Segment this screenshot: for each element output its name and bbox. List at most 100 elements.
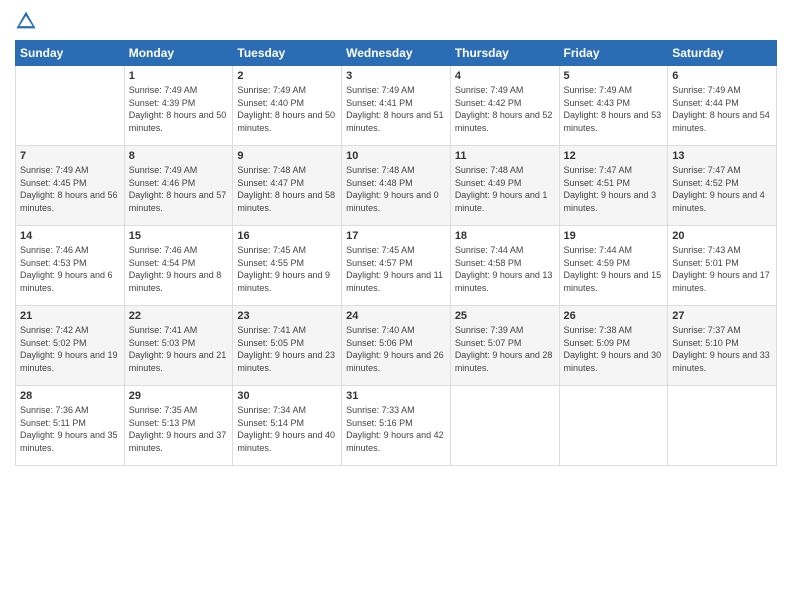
day-info: Sunrise: 7:46 AMSunset: 4:54 PMDaylight:…: [129, 244, 229, 294]
calendar-cell: 18Sunrise: 7:44 AMSunset: 4:58 PMDayligh…: [450, 226, 559, 306]
day-info: Sunrise: 7:49 AMSunset: 4:41 PMDaylight:…: [346, 84, 446, 134]
day-info: Sunrise: 7:44 AMSunset: 4:59 PMDaylight:…: [564, 244, 664, 294]
calendar-cell: 13 Sunrise: 7:47 AMSunset: 4:52 PMDayligh…: [668, 146, 777, 226]
day-info: Sunrise: 7:38 AMSunset: 5:09 PMDaylight:…: [564, 324, 664, 374]
day-number: 15: [129, 230, 229, 242]
day-info: Sunrise: 7:45 AMSunset: 4:55 PMDaylight:…: [237, 244, 337, 294]
day-info: Sunrise: 7:40 AMSunset: 5:06 PMDaylight:…: [346, 324, 446, 374]
day-info: Sunrise: 7:41 AMSunset: 5:05 PMDaylight:…: [237, 324, 337, 374]
day-number: 1: [129, 70, 229, 82]
day-info: Sunrise: 7:49 AMSunset: 4:40 PMDaylight:…: [237, 84, 337, 134]
calendar-cell: 1 Sunrise: 7:49 AMSunset: 4:39 PMDaylight…: [124, 66, 233, 146]
day-number: 17: [346, 230, 446, 242]
calendar-cell: 2 Sunrise: 7:49 AMSunset: 4:40 PMDaylight…: [233, 66, 342, 146]
calendar-cell: 29 Sunrise: 7:35 AMSunset: 5:13 PMDayligh…: [124, 386, 233, 466]
day-number: 3: [346, 70, 446, 82]
day-info: Sunrise: 7:49 AMSunset: 4:39 PMDaylight:…: [129, 84, 229, 134]
day-number: 21: [20, 310, 120, 322]
day-info: Sunrise: 7:33 AMSunset: 5:16 PMDaylight:…: [346, 404, 446, 454]
weekday-tuesday: Tuesday: [233, 41, 342, 66]
calendar-cell: 16 Sunrise: 7:45 AMSunset: 4:55 PMDayligh…: [233, 226, 342, 306]
logo: [15, 10, 41, 32]
day-number: 11: [455, 150, 555, 162]
day-number: 25: [455, 310, 555, 322]
calendar-week-4: 28Sunrise: 7:36 AMSunset: 5:11 PMDayligh…: [16, 386, 777, 466]
day-number: 28: [20, 390, 120, 402]
weekday-saturday: Saturday: [668, 41, 777, 66]
calendar-cell: 7 Sunrise: 7:49 AMSunset: 4:45 PMDaylight…: [16, 146, 125, 226]
calendar-week-2: 14Sunrise: 7:46 AMSunset: 4:53 PMDayligh…: [16, 226, 777, 306]
day-info: Sunrise: 7:49 AMSunset: 4:43 PMDaylight:…: [564, 84, 664, 134]
calendar-cell: 10 Sunrise: 7:48 AMSunset: 4:48 PMDayligh…: [342, 146, 451, 226]
day-number: 13: [672, 150, 772, 162]
day-info: Sunrise: 7:48 AMSunset: 4:48 PMDaylight:…: [346, 164, 446, 214]
day-number: 23: [237, 310, 337, 322]
day-number: 5: [564, 70, 664, 82]
day-number: 9: [237, 150, 337, 162]
day-info: Sunrise: 7:47 AMSunset: 4:52 PMDaylight:…: [672, 164, 772, 214]
day-info: Sunrise: 7:41 AMSunset: 5:03 PMDaylight:…: [129, 324, 229, 374]
calendar-cell: 23 Sunrise: 7:41 AMSunset: 5:05 PMDayligh…: [233, 306, 342, 386]
main-container: SundayMondayTuesdayWednesdayThursdayFrid…: [0, 0, 792, 612]
day-number: 30: [237, 390, 337, 402]
day-info: Sunrise: 7:34 AMSunset: 5:14 PMDaylight:…: [237, 404, 337, 454]
calendar-cell: 15 Sunrise: 7:46 AMSunset: 4:54 PMDayligh…: [124, 226, 233, 306]
day-number: 26: [564, 310, 664, 322]
calendar-cell: 17 Sunrise: 7:45 AMSunset: 4:57 PMDayligh…: [342, 226, 451, 306]
weekday-thursday: Thursday: [450, 41, 559, 66]
weekday-wednesday: Wednesday: [342, 41, 451, 66]
day-info: Sunrise: 7:47 AMSunset: 4:51 PMDaylight:…: [564, 164, 664, 214]
calendar-week-1: 7 Sunrise: 7:49 AMSunset: 4:45 PMDaylight…: [16, 146, 777, 226]
day-number: 6: [672, 70, 772, 82]
weekday-header-row: SundayMondayTuesdayWednesdayThursdayFrid…: [16, 41, 777, 66]
day-info: Sunrise: 7:48 AMSunset: 4:47 PMDaylight:…: [237, 164, 337, 214]
day-info: Sunrise: 7:39 AMSunset: 5:07 PMDaylight:…: [455, 324, 555, 374]
calendar-cell: 27 Sunrise: 7:37 AMSunset: 5:10 PMDayligh…: [668, 306, 777, 386]
day-number: 2: [237, 70, 337, 82]
day-number: 10: [346, 150, 446, 162]
calendar-cell: 11 Sunrise: 7:48 AMSunset: 4:49 PMDayligh…: [450, 146, 559, 226]
calendar-cell: 19 Sunrise: 7:44 AMSunset: 4:59 PMDayligh…: [559, 226, 668, 306]
calendar-cell: 5 Sunrise: 7:49 AMSunset: 4:43 PMDaylight…: [559, 66, 668, 146]
calendar-cell: [450, 386, 559, 466]
calendar-cell: 14Sunrise: 7:46 AMSunset: 4:53 PMDayligh…: [16, 226, 125, 306]
calendar-cell: 30 Sunrise: 7:34 AMSunset: 5:14 PMDayligh…: [233, 386, 342, 466]
day-info: Sunrise: 7:43 AMSunset: 5:01 PMDaylight:…: [672, 244, 772, 294]
day-number: 20: [672, 230, 772, 242]
day-info: Sunrise: 7:49 AMSunset: 4:42 PMDaylight:…: [455, 84, 555, 134]
day-number: 24: [346, 310, 446, 322]
day-number: 22: [129, 310, 229, 322]
calendar-cell: 24 Sunrise: 7:40 AMSunset: 5:06 PMDayligh…: [342, 306, 451, 386]
day-info: Sunrise: 7:35 AMSunset: 5:13 PMDaylight:…: [129, 404, 229, 454]
weekday-friday: Friday: [559, 41, 668, 66]
header: [15, 10, 777, 32]
day-info: Sunrise: 7:49 AMSunset: 4:45 PMDaylight:…: [20, 164, 120, 214]
calendar-week-0: 1 Sunrise: 7:49 AMSunset: 4:39 PMDaylight…: [16, 66, 777, 146]
calendar-cell: 28Sunrise: 7:36 AMSunset: 5:11 PMDayligh…: [16, 386, 125, 466]
logo-icon: [15, 10, 37, 32]
day-number: 16: [237, 230, 337, 242]
day-number: 29: [129, 390, 229, 402]
day-number: 8: [129, 150, 229, 162]
calendar-cell: 9 Sunrise: 7:48 AMSunset: 4:47 PMDaylight…: [233, 146, 342, 226]
day-number: 7: [20, 150, 120, 162]
calendar-table: SundayMondayTuesdayWednesdayThursdayFrid…: [15, 40, 777, 466]
day-info: Sunrise: 7:45 AMSunset: 4:57 PMDaylight:…: [346, 244, 446, 294]
weekday-sunday: Sunday: [16, 41, 125, 66]
day-info: Sunrise: 7:48 AMSunset: 4:49 PMDaylight:…: [455, 164, 555, 214]
day-number: 14: [20, 230, 120, 242]
calendar-cell: 26 Sunrise: 7:38 AMSunset: 5:09 PMDayligh…: [559, 306, 668, 386]
day-number: 4: [455, 70, 555, 82]
calendar-body: 1 Sunrise: 7:49 AMSunset: 4:39 PMDaylight…: [16, 66, 777, 466]
day-number: 27: [672, 310, 772, 322]
calendar-cell: 12Sunrise: 7:47 AMSunset: 4:51 PMDayligh…: [559, 146, 668, 226]
day-info: Sunrise: 7:37 AMSunset: 5:10 PMDaylight:…: [672, 324, 772, 374]
calendar-cell: 20 Sunrise: 7:43 AMSunset: 5:01 PMDayligh…: [668, 226, 777, 306]
calendar-cell: [668, 386, 777, 466]
calendar-cell: [559, 386, 668, 466]
calendar-cell: 6Sunrise: 7:49 AMSunset: 4:44 PMDaylight…: [668, 66, 777, 146]
day-number: 19: [564, 230, 664, 242]
calendar-cell: 25 Sunrise: 7:39 AMSunset: 5:07 PMDayligh…: [450, 306, 559, 386]
day-info: Sunrise: 7:49 AMSunset: 4:46 PMDaylight:…: [129, 164, 229, 214]
calendar-cell: 3 Sunrise: 7:49 AMSunset: 4:41 PMDaylight…: [342, 66, 451, 146]
